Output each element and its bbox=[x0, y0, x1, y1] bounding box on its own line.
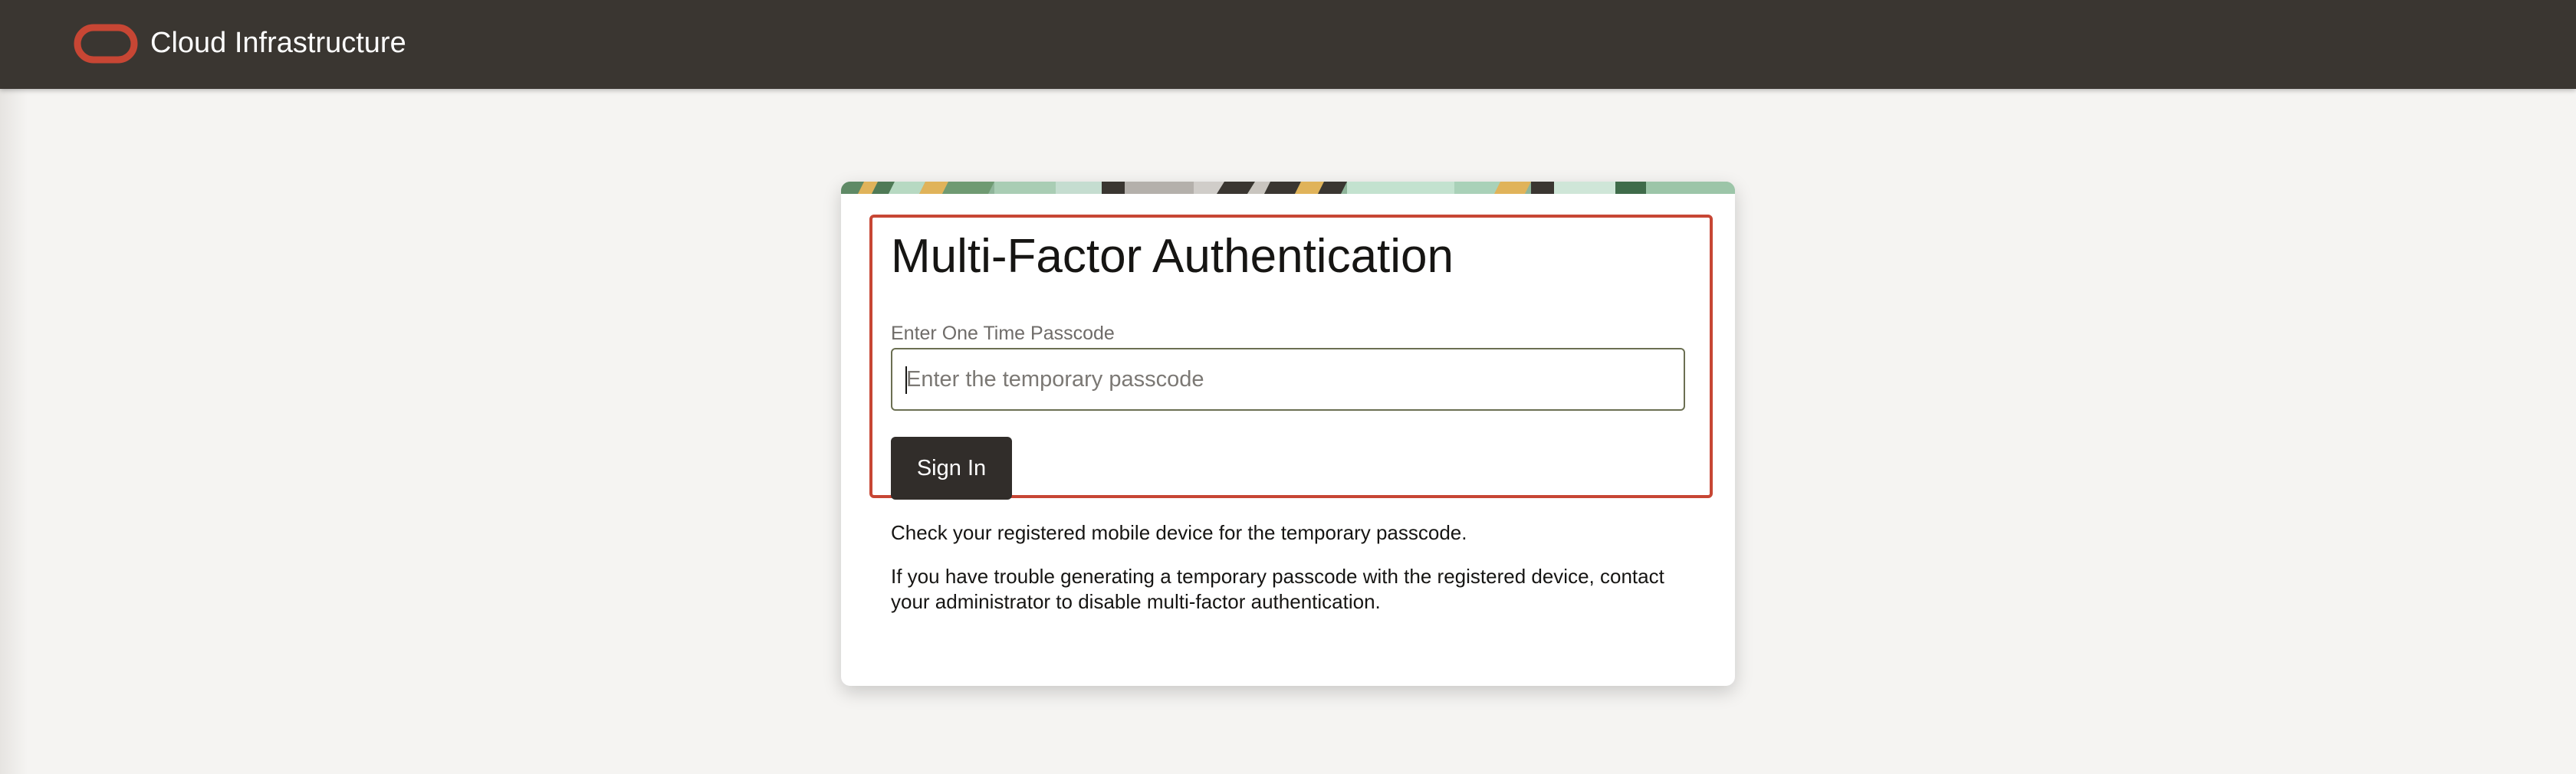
text-caret bbox=[905, 366, 907, 394]
decorative-banner bbox=[841, 182, 1735, 194]
help-text-administrator: If you have trouble generating a tempora… bbox=[891, 565, 1664, 613]
sign-in-button[interactable]: Sign In bbox=[891, 437, 1012, 500]
oracle-logo-icon bbox=[74, 24, 138, 64]
page-edge-shadow bbox=[0, 89, 28, 774]
top-header-bar: Cloud Infrastructure bbox=[0, 0, 2576, 89]
page-title: Multi-Factor Authentication bbox=[891, 230, 1454, 283]
passcode-field-container bbox=[891, 348, 1685, 411]
passcode-input[interactable] bbox=[892, 349, 1684, 409]
help-text-device: Check your registered mobile device for … bbox=[891, 521, 1467, 544]
passcode-label: Enter One Time Passcode bbox=[891, 323, 1115, 344]
mfa-card: Multi-Factor Authentication Enter One Ti… bbox=[841, 182, 1735, 686]
brand-title: Cloud Infrastructure bbox=[150, 27, 406, 59]
